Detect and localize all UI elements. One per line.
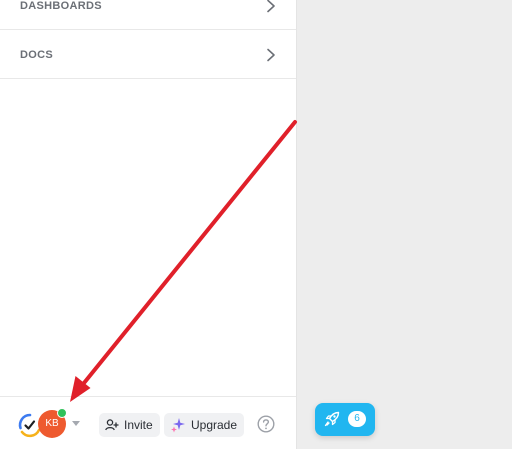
upgrade-button[interactable]: Upgrade xyxy=(164,413,245,437)
upgrade-label: Upgrade xyxy=(191,418,238,432)
add-user-icon xyxy=(105,419,119,431)
nav-item-dashboards[interactable]: DASHBOARDS xyxy=(0,0,296,30)
nav-item-docs[interactable]: DOCS xyxy=(0,31,296,79)
help-icon[interactable] xyxy=(257,415,275,433)
chevron-right-icon xyxy=(267,0,275,12)
invite-button[interactable]: Invite xyxy=(99,413,160,437)
invite-label: Invite xyxy=(124,418,153,432)
sidebar-footer: KB Invite Upgrade xyxy=(0,396,296,449)
sparkle-icon xyxy=(171,418,185,433)
rocket-icon xyxy=(324,411,340,427)
nav-item-label: DOCS xyxy=(20,48,53,61)
online-status-dot xyxy=(57,408,67,418)
count-badge: 6 xyxy=(348,411,366,427)
nav-item-label: DASHBOARDS xyxy=(20,0,102,12)
rocket-widget-button[interactable]: 6 xyxy=(315,403,375,436)
chevron-right-icon xyxy=(267,48,275,61)
sidebar: DASHBOARDS DOCS KB Invite Upgrade xyxy=(0,0,297,449)
caret-down-icon[interactable] xyxy=(72,421,80,427)
